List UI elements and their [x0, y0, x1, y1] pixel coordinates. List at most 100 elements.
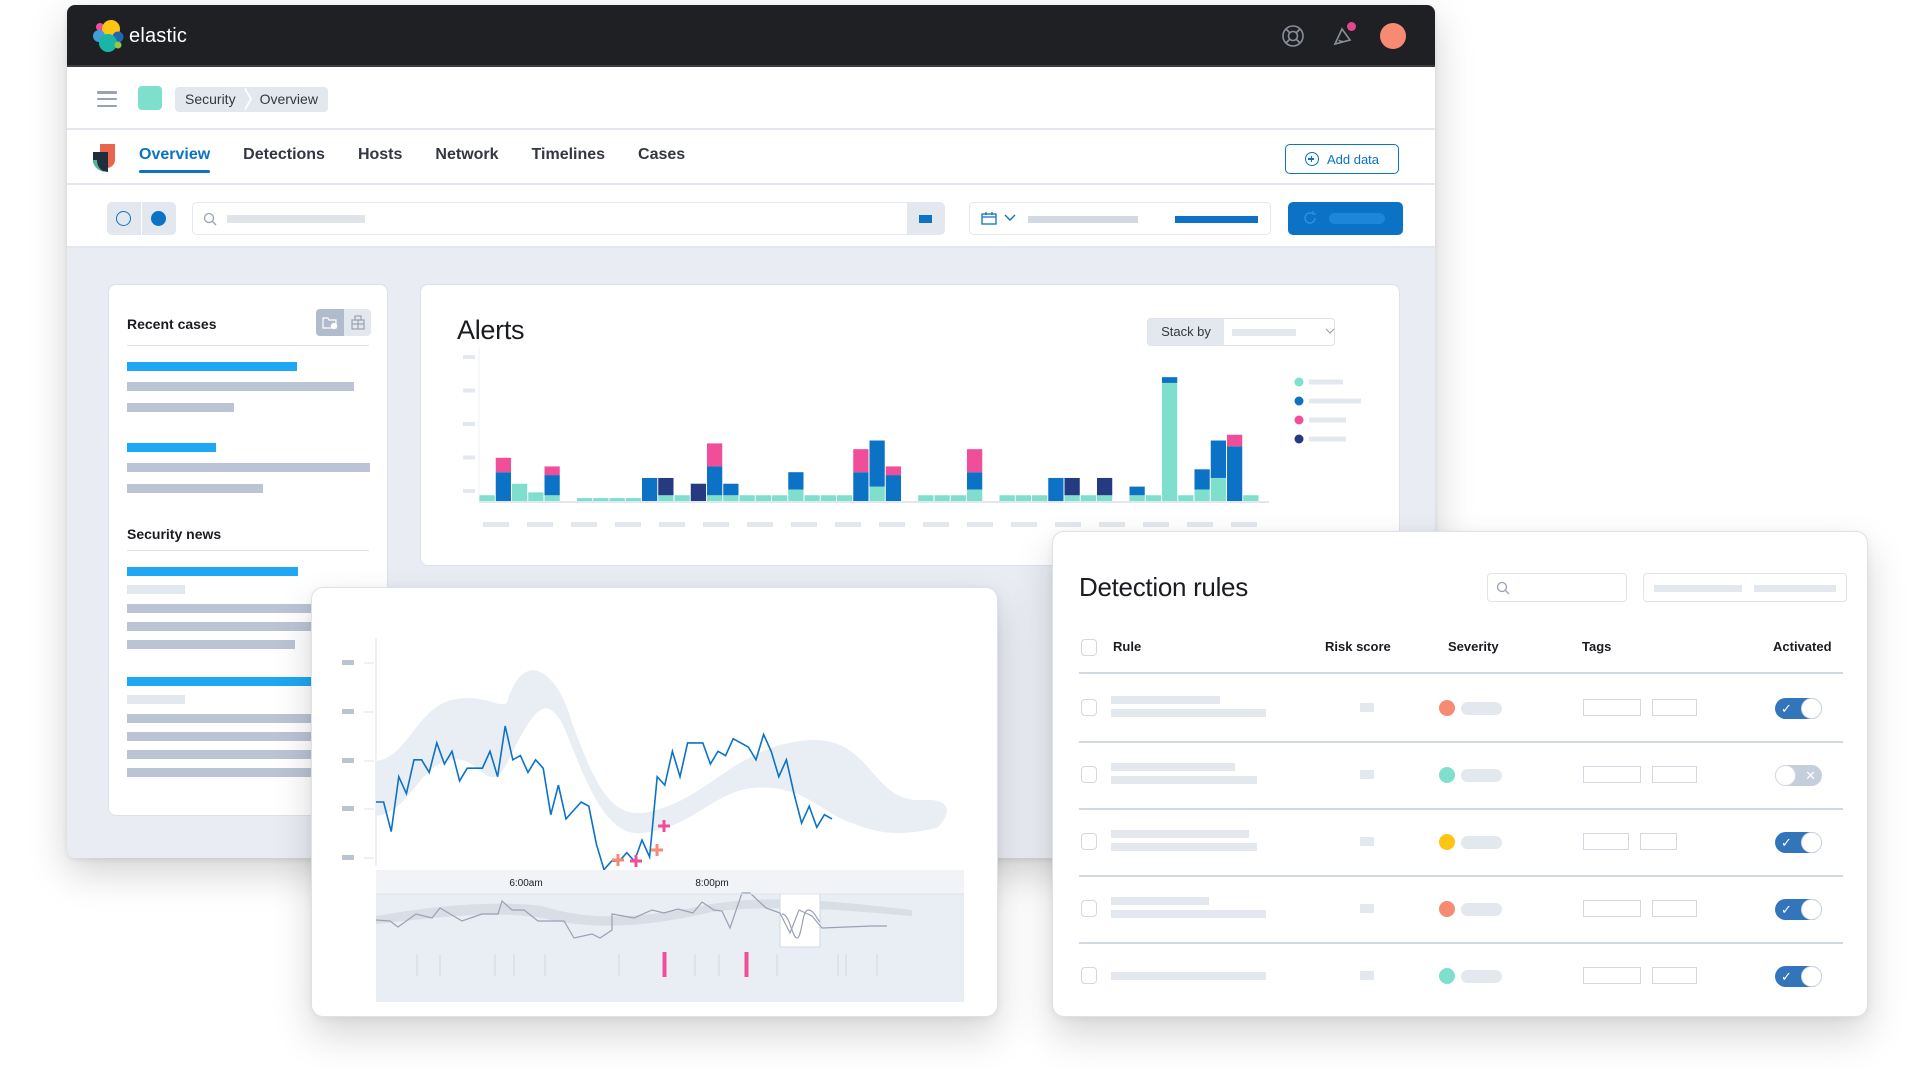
circle-filled-icon [151, 211, 167, 226]
activated-toggle[interactable]: ✓ [1775, 698, 1822, 719]
user-menu-button[interactable] [1379, 22, 1407, 50]
toggle-option-2[interactable] [142, 202, 177, 235]
column-risk-score[interactable]: Risk score [1325, 639, 1391, 654]
date-picker[interactable] [969, 202, 1271, 235]
filter-option[interactable] [1754, 585, 1836, 592]
alert-bar-series-1 [544, 495, 560, 501]
tag-badge[interactable] [1652, 900, 1697, 917]
news-feed-button[interactable] [1329, 22, 1357, 50]
rule-row[interactable]: ✕ [1079, 741, 1843, 808]
help-button[interactable] [1279, 22, 1307, 50]
severity-low-icon [1439, 767, 1455, 783]
add-data-label: Add data [1326, 151, 1380, 167]
rules-search-input[interactable] [1487, 573, 1627, 602]
rule-name-link[interactable] [1111, 897, 1210, 905]
tab-cases[interactable]: Cases [638, 130, 685, 183]
row-checkbox[interactable] [1081, 766, 1097, 783]
news-title-link[interactable] [127, 677, 317, 686]
case-text-line [127, 484, 263, 493]
cases-view-button[interactable] [316, 309, 344, 336]
stack-by-select[interactable]: Stack by [1147, 318, 1335, 346]
x-tick-label: 8:00pm [695, 878, 728, 889]
x-tick-label: 6:00am [509, 878, 542, 889]
row-checkbox[interactable] [1081, 900, 1097, 917]
search-icon [1496, 581, 1510, 595]
alert-bar-series-2 [967, 472, 983, 490]
rule-name-link[interactable] [1111, 696, 1220, 704]
rule-row[interactable]: ✓ [1079, 942, 1843, 1009]
check-icon: ✓ [1781, 902, 1792, 917]
rule-row[interactable]: ✓ [1079, 875, 1843, 942]
filter-option[interactable] [1654, 585, 1742, 592]
tab-hosts[interactable]: Hosts [358, 130, 402, 183]
breadcrumb-security[interactable]: Security [175, 87, 252, 112]
tab-overview[interactable]: Overview [139, 130, 211, 183]
rule-name-link[interactable] [1111, 972, 1266, 980]
tag-badge[interactable] [1652, 967, 1697, 984]
activated-toggle[interactable]: ✓ [1775, 832, 1822, 853]
tag-badge[interactable] [1583, 967, 1641, 984]
row-checkbox[interactable] [1081, 967, 1097, 984]
add-data-button[interactable]: Add data [1285, 144, 1399, 174]
activated-toggle[interactable]: ✕ [1775, 765, 1822, 786]
column-activated[interactable]: Activated [1773, 639, 1832, 654]
detection-rules-title: Detection rules [1079, 572, 1248, 602]
activated-toggle[interactable]: ✓ [1775, 966, 1822, 987]
severity-low-icon [1439, 968, 1455, 984]
select-all-checkbox[interactable] [1081, 639, 1097, 656]
legend-label [1309, 417, 1346, 423]
risk-score-value [1360, 904, 1374, 913]
space-selector[interactable] [138, 86, 162, 110]
tag-badge[interactable] [1583, 833, 1629, 850]
y-tick-label [463, 355, 475, 359]
hamburger-icon [97, 91, 117, 94]
filter-toggle-group [107, 202, 176, 235]
stack-by-label: Stack by [1148, 319, 1224, 345]
alert-bar-series-2 [869, 440, 885, 487]
anomaly-explorer-panel: 6:00am 8:00pm [311, 587, 998, 1017]
column-rule[interactable]: Rule [1113, 639, 1141, 654]
refresh-button[interactable] [1288, 202, 1403, 235]
news-title-link[interactable] [127, 567, 298, 576]
rule-row[interactable]: ✓ [1079, 808, 1843, 875]
alert-bar-series-1 [1210, 477, 1226, 501]
search-input[interactable] [192, 202, 945, 235]
x-tick-label [527, 522, 553, 527]
row-checkbox[interactable] [1081, 699, 1097, 716]
alert-bar-series-2 [544, 475, 560, 496]
case-title-link[interactable] [127, 362, 297, 371]
rule-name-link[interactable] [1111, 830, 1249, 838]
tag-badge[interactable] [1652, 699, 1697, 716]
tag-badge[interactable] [1652, 766, 1697, 783]
tag-badge[interactable] [1583, 766, 1641, 783]
row-checkbox[interactable] [1081, 833, 1097, 850]
column-tags[interactable]: Tags [1582, 639, 1611, 654]
tab-detections[interactable]: Detections [243, 130, 325, 183]
tag-badge[interactable] [1583, 699, 1641, 716]
rules-filter-group[interactable] [1643, 573, 1847, 602]
alert-bar-series-4 [690, 483, 706, 501]
x-tick-label [879, 522, 905, 527]
folder-alert-icon [322, 316, 338, 329]
tab-timelines[interactable]: Timelines [532, 130, 606, 183]
timeline-view-button[interactable] [344, 309, 371, 336]
elastic-logo[interactable]: elastic [91, 19, 187, 53]
query-language-button[interactable] [907, 203, 944, 234]
case-title-link[interactable] [127, 443, 216, 452]
risk-score-value [1360, 703, 1374, 712]
y-tick-label [463, 455, 475, 460]
x-tick-label [659, 522, 685, 527]
activated-toggle[interactable]: ✓ [1775, 899, 1822, 920]
tag-badge[interactable] [1583, 900, 1641, 917]
rule-row[interactable]: ✓ [1079, 674, 1843, 741]
alert-bar-series-2 [1048, 477, 1064, 501]
rule-name-link[interactable] [1111, 763, 1235, 771]
tab-network[interactable]: Network [435, 130, 498, 183]
tag-badge[interactable] [1640, 833, 1677, 850]
alert-bar-series-1 [1097, 495, 1113, 501]
recent-cases-title: Recent cases [127, 316, 217, 332]
toggle-option-1[interactable] [107, 202, 142, 235]
menu-toggle-button[interactable] [97, 91, 117, 107]
column-severity[interactable]: Severity [1448, 639, 1499, 654]
x-tick-label [615, 522, 641, 527]
